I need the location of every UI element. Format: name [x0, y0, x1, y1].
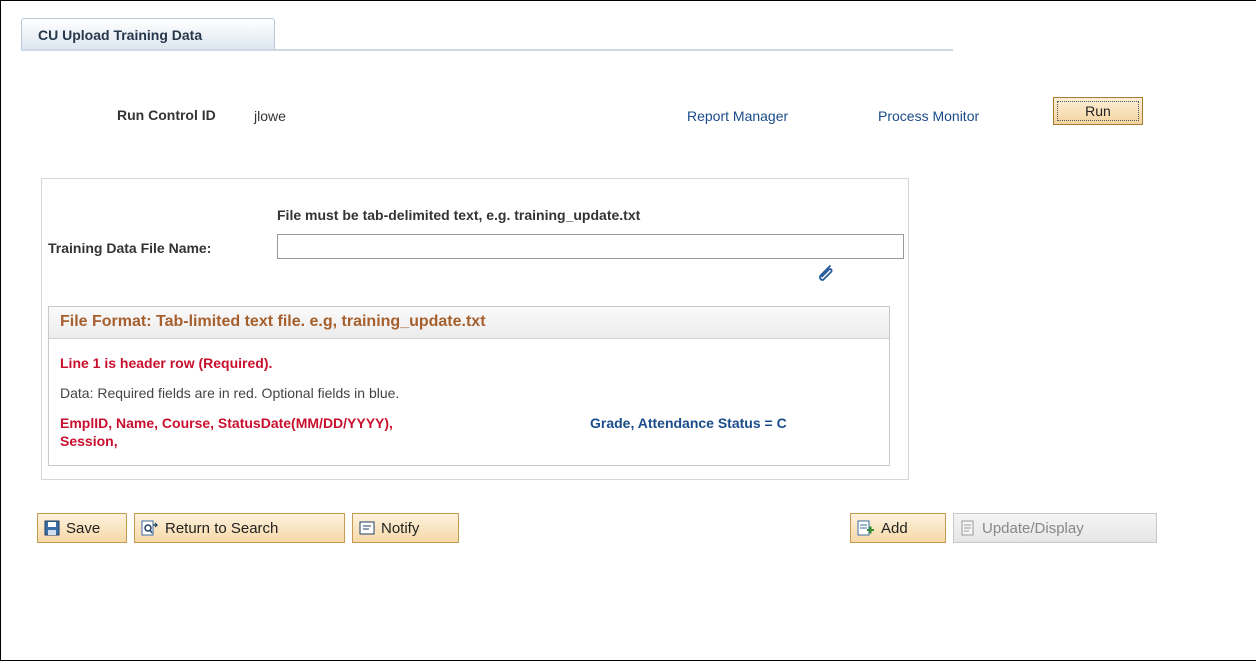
- notify-icon: [359, 521, 375, 535]
- run-button[interactable]: Run: [1053, 97, 1143, 125]
- optional-fields: Grade, Attendance Status = C: [590, 415, 787, 431]
- focus-outline: [1057, 101, 1139, 121]
- training-data-file-label: Training Data File Name:: [48, 240, 212, 256]
- attach-icon[interactable]: [814, 262, 838, 286]
- data-note: Data: Required fields are in red. Option…: [60, 385, 400, 401]
- save-label: Save: [66, 519, 101, 537]
- tab-underline: [21, 49, 953, 51]
- return-to-search-label: Return to Search: [165, 519, 279, 537]
- notify-label: Notify: [381, 519, 420, 537]
- update-display-icon: [961, 520, 974, 536]
- add-label: Add: [881, 519, 908, 537]
- header-row-note: Line 1 is header row (Required).: [60, 355, 273, 371]
- file-hint: File must be tab-delimited text, e.g. tr…: [277, 207, 641, 223]
- notify-button[interactable]: Notify: [352, 513, 459, 543]
- run-control-id-label: Run Control ID: [117, 107, 216, 123]
- tab-cu-upload-training-data[interactable]: CU Upload Training Data: [21, 18, 275, 50]
- required-fields-line1: EmplID, Name, Course, StatusDate(MM/DD/Y…: [60, 415, 393, 431]
- file-format-panel: File Format: Tab-limited text file. e.g,…: [48, 306, 890, 466]
- file-format-title: File Format: Tab-limited text file. e.g,…: [49, 307, 889, 339]
- run-control-id-value: jlowe: [254, 108, 286, 124]
- add-icon: [857, 520, 874, 536]
- update-display-label: Update/Display: [982, 519, 1084, 537]
- required-fields-line2: Session,: [60, 433, 118, 449]
- report-manager-link[interactable]: Report Manager: [687, 108, 788, 124]
- training-data-file-input[interactable]: [277, 234, 904, 259]
- save-icon: [44, 520, 60, 536]
- return-to-search-button[interactable]: Return to Search: [134, 513, 345, 543]
- add-button[interactable]: Add: [850, 513, 946, 543]
- process-monitor-link[interactable]: Process Monitor: [878, 108, 979, 124]
- save-button[interactable]: Save: [37, 513, 127, 543]
- return-to-search-icon: [141, 520, 159, 536]
- update-display-button: Update/Display: [953, 513, 1157, 543]
